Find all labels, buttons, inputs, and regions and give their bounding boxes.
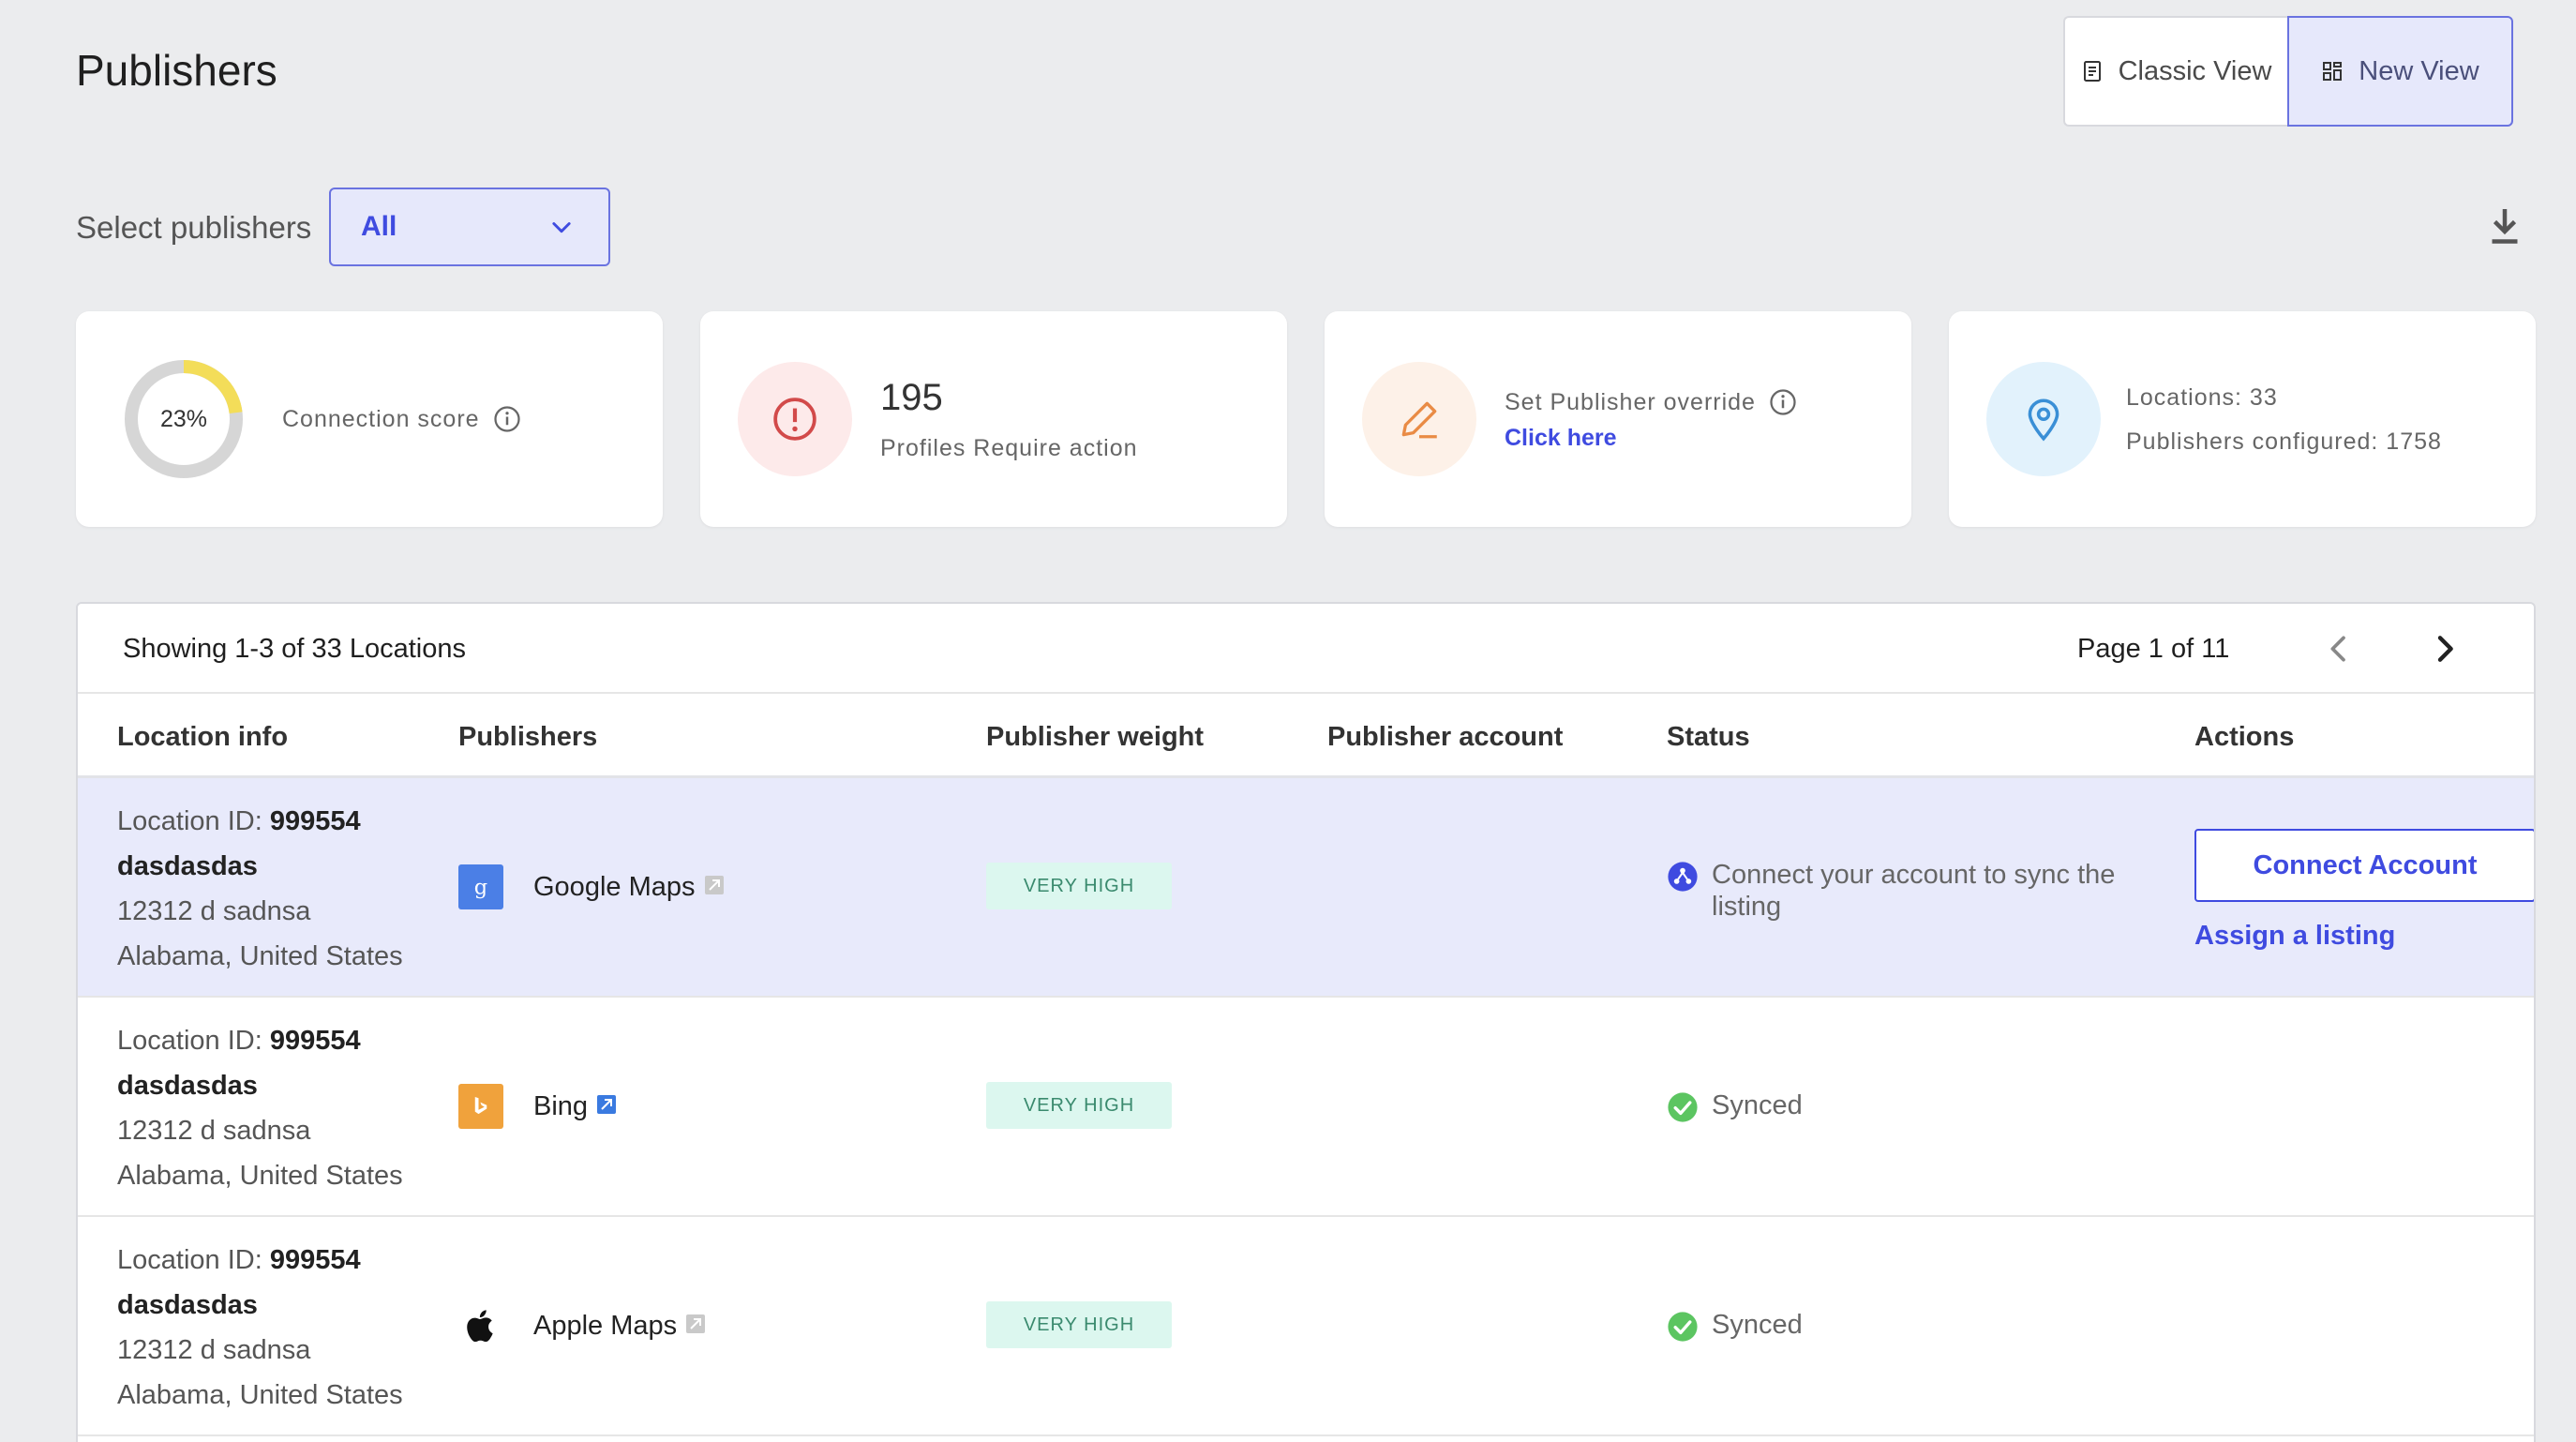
location-id: Location ID: 999554 <box>117 1245 361 1276</box>
connection-score-label-row: Connection score <box>282 405 521 433</box>
override-click-here-link[interactable]: Click here <box>1505 425 1617 452</box>
location-pin-icon-circle <box>1986 362 2101 476</box>
status-cell: Connect your account to sync the listing <box>1667 859 2143 923</box>
apple-icon <box>458 1303 503 1348</box>
bing-icon <box>458 1084 503 1129</box>
chevron-right-icon[interactable] <box>2426 630 2464 668</box>
info-icon[interactable] <box>493 405 521 433</box>
classic-view-button[interactable]: Classic View <box>2063 16 2287 127</box>
alert-icon <box>773 398 816 441</box>
profiles-label: Profiles Require action <box>880 435 1138 461</box>
column-header-account[interactable]: Publisher account <box>1327 722 1563 753</box>
location-address: 12312 d sadnsa <box>117 896 311 926</box>
profiles-count: 195 <box>880 377 943 418</box>
publisher-name: Apple Maps <box>533 1311 678 1341</box>
location-id-label: Location ID: <box>117 1245 270 1275</box>
alert-icon-circle <box>738 362 852 476</box>
document-icon <box>2083 61 2101 82</box>
external-link-icon[interactable] <box>684 1313 707 1335</box>
locations-summary-card: Locations: 33 Publishers configured: 175… <box>1949 311 2536 527</box>
table-row[interactable]: Location ID: 999554 dasdasdas 12312 d sa… <box>78 1217 2534 1436</box>
publisher-select-value: All <box>361 211 397 242</box>
table-header: Location info Publishers Publisher weigh… <box>78 694 2534 778</box>
page-indicator: Page 1 of 11 <box>2077 634 2230 664</box>
column-header-actions: Actions <box>2194 722 2295 752</box>
svg-text:g: g <box>474 876 487 900</box>
connection-score-value: 23% <box>159 405 208 432</box>
table-row[interactable]: Location ID: 999554 dasdasdas 12312 d sa… <box>78 998 2534 1217</box>
showing-count: Showing 1-3 of 33 Locations <box>123 634 466 664</box>
publisher-name: Google Maps <box>533 872 696 902</box>
download-icon[interactable] <box>2488 206 2522 246</box>
check-icon <box>1668 1092 1698 1122</box>
location-name: dasdasdas <box>117 851 258 881</box>
connect-account-button[interactable]: Connect Account <box>2194 829 2534 902</box>
location-pin-icon <box>2028 398 2059 442</box>
status-cell: Synced <box>1667 1089 2143 1123</box>
location-address: 12312 d sadnsa <box>117 1335 311 1365</box>
locations-count: Locations: 33 <box>2126 384 2278 411</box>
grid-icon <box>2323 62 2343 81</box>
location-address: 12312 d sadnsa <box>117 1116 311 1146</box>
google-maps-icon: g <box>458 864 503 909</box>
connect-icon <box>1668 862 1698 892</box>
classic-view-label: Classic View <box>2118 55 2272 86</box>
location-id-value: 999554 <box>269 806 361 836</box>
location-id-label: Location ID: <box>117 806 270 836</box>
publisher-name-cell: Apple Maps <box>533 1311 707 1342</box>
new-view-label: New View <box>2359 55 2479 86</box>
page-title: Publishers <box>76 46 277 95</box>
location-id-value: 999554 <box>269 1026 361 1056</box>
override-label-row: Set Publisher override <box>1505 388 1797 416</box>
status-text: Connect your account to sync the listing <box>1712 860 2116 922</box>
info-icon[interactable] <box>1769 388 1797 416</box>
location-name: dasdasdas <box>117 1071 258 1101</box>
table-row[interactable]: Location ID: 999554 dasdasdas 12312 d sa… <box>78 778 2534 998</box>
column-header-location[interactable]: Location info <box>117 722 288 753</box>
location-id-value: 999554 <box>269 1245 361 1275</box>
locations-table-panel: Showing 1-3 of 33 Locations Page 1 of 11… <box>76 602 2536 1442</box>
location-region: Alabama, United States <box>117 1380 403 1410</box>
location-id: Location ID: 999554 <box>117 1026 361 1057</box>
location-id-label: Location ID: <box>117 1026 270 1056</box>
status-cell: Synced <box>1667 1309 2143 1343</box>
publisher-name-cell: Bing <box>533 1091 618 1122</box>
location-name: dasdasdas <box>117 1290 258 1320</box>
location-region: Alabama, United States <box>117 1161 403 1191</box>
pencil-icon-circle <box>1362 362 1476 476</box>
publisher-name-cell: Google Maps <box>533 872 726 903</box>
new-view-button[interactable]: New View <box>2287 16 2513 127</box>
publisher-weight-badge: VERY HIGH <box>986 863 1172 909</box>
publisher-select[interactable]: All <box>329 188 610 266</box>
location-region: Alabama, United States <box>117 941 403 971</box>
column-header-publishers[interactable]: Publishers <box>458 722 597 753</box>
view-toggle: Classic View New View <box>2063 16 2513 127</box>
check-icon <box>1668 1312 1698 1342</box>
table-toolbar: Showing 1-3 of 33 Locations Page 1 of 11 <box>78 604 2534 694</box>
column-header-status[interactable]: Status <box>1667 722 1750 753</box>
connection-score-card: 23% Connection score <box>76 311 663 527</box>
chevron-down-icon <box>552 222 571 233</box>
connection-score-label: Connection score <box>282 405 480 432</box>
override-label: Set Publisher override <box>1505 388 1756 415</box>
publisher-weight-badge: VERY HIGH <box>986 1082 1172 1129</box>
external-link-icon[interactable] <box>703 874 726 896</box>
publisher-override-card: Set Publisher override Click here <box>1325 311 1911 527</box>
status-text: Synced <box>1712 1310 1803 1340</box>
publisher-name: Bing <box>533 1091 589 1121</box>
chevron-left-icon[interactable] <box>2320 630 2358 668</box>
profiles-action-card[interactable]: 195 Profiles Require action <box>700 311 1287 527</box>
publisher-weight-badge: VERY HIGH <box>986 1301 1172 1348</box>
select-publishers-label: Select publishers <box>76 210 312 245</box>
pencil-icon <box>1401 401 1437 439</box>
publishers-configured: Publishers configured: 1758 <box>2126 428 2442 455</box>
column-header-weight[interactable]: Publisher weight <box>986 722 1204 753</box>
status-text: Synced <box>1712 1090 1803 1120</box>
location-id: Location ID: 999554 <box>117 806 361 837</box>
assign-listing-link[interactable]: Assign a listing <box>2194 921 2395 952</box>
external-link-icon[interactable] <box>595 1093 618 1116</box>
